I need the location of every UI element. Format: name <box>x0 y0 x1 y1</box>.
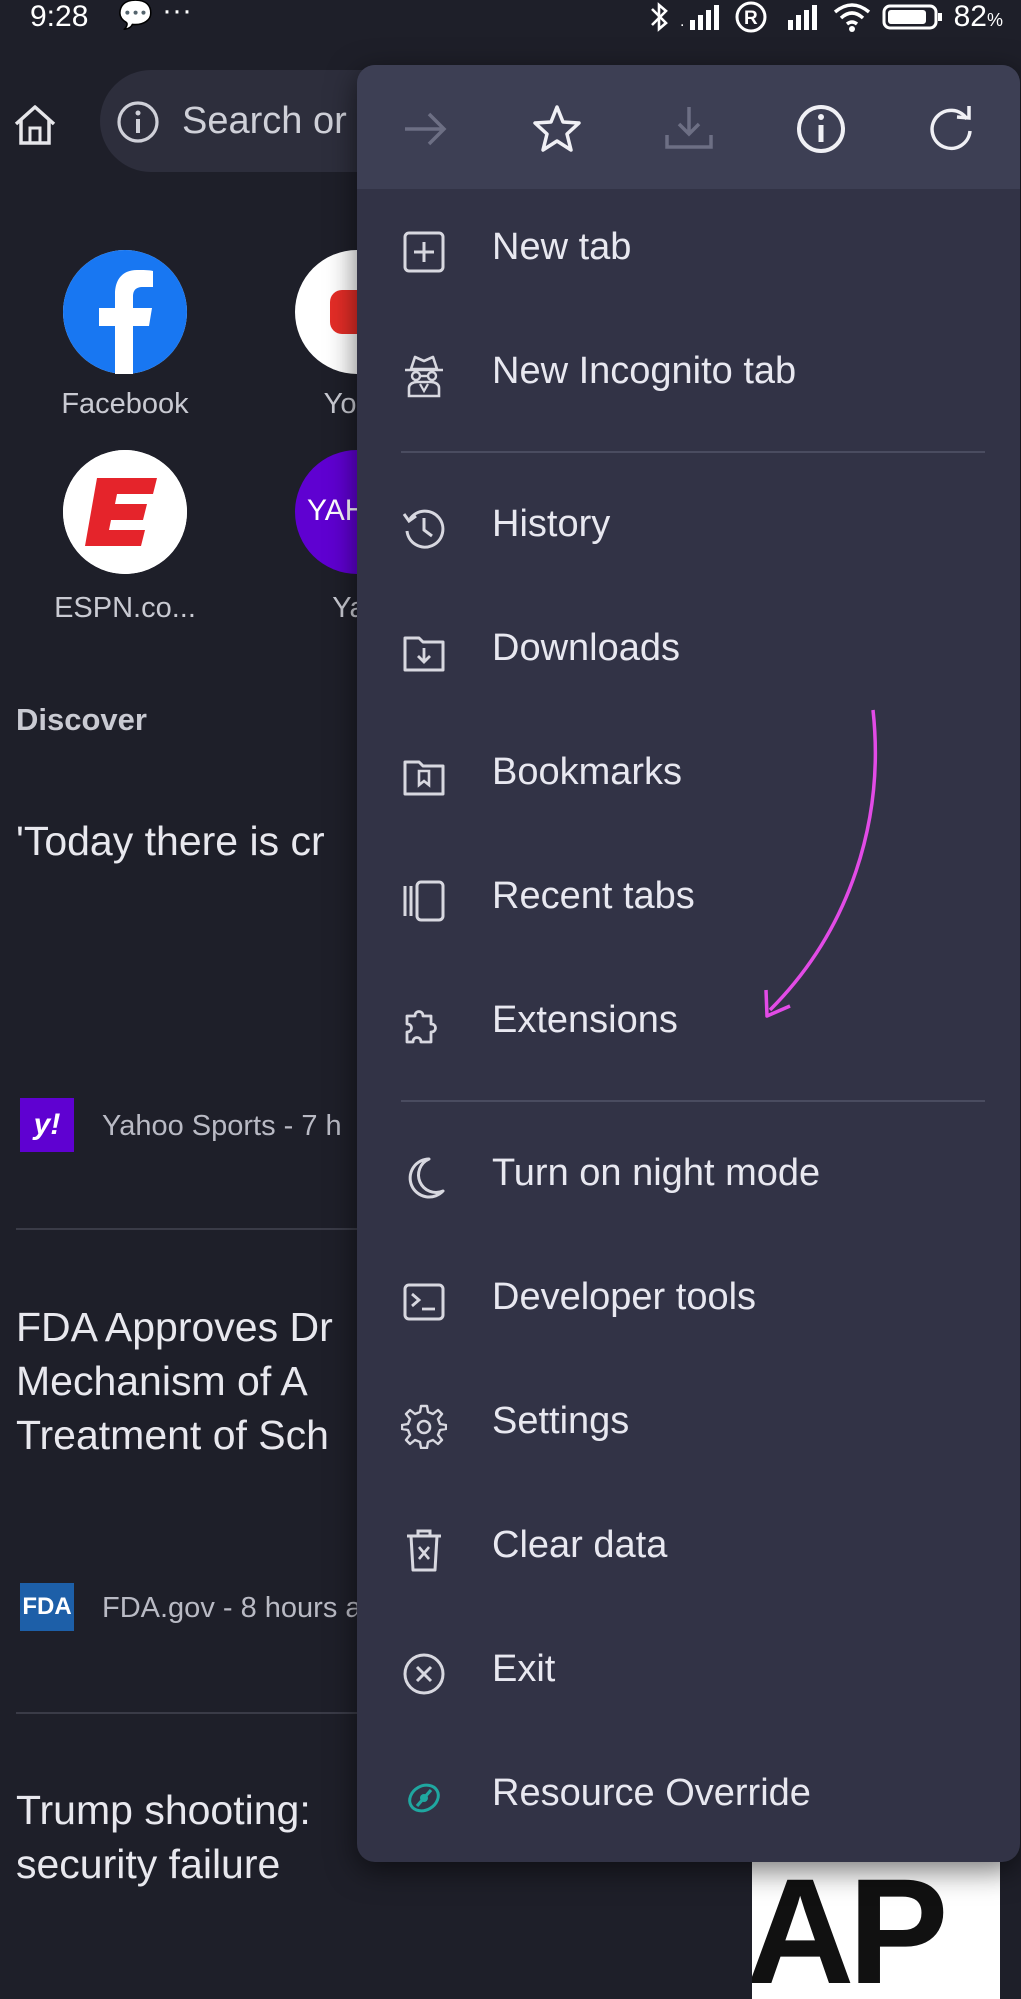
status-bar: 9:28 💬 ··· . R 82% <box>0 0 1021 40</box>
menu-divider <box>401 451 985 453</box>
status-icons: . R 82% <box>648 0 1003 34</box>
close-circle-icon <box>403 1653 445 1695</box>
menu-item-label: Exit <box>492 1648 556 1690</box>
annotation-arrow <box>764 709 877 1018</box>
menu-divider <box>401 1100 985 1102</box>
menu-item-recent-tabs[interactable]: Recent tabs <box>357 845 1020 955</box>
menu-item-label: Downloads <box>492 627 680 669</box>
article-source: Yahoo Sports - 7 h <box>102 1110 342 1142</box>
moon-icon <box>408 1157 445 1199</box>
menu-item-label: Developer tools <box>492 1276 757 1318</box>
menu-item-label: Turn on night mode <box>492 1152 821 1194</box>
menu-item-label: History <box>492 503 611 545</box>
menu-item-new-tab[interactable]: New tab <box>357 196 1020 306</box>
menu-item-label: Extensions <box>492 999 678 1041</box>
menu-item-label: New Incognito tab <box>492 350 797 392</box>
home-icon <box>14 105 56 145</box>
terminal-icon <box>403 1283 445 1321</box>
puzzle-icon <box>405 1010 437 1044</box>
shortcut-espn[interactable]: ESPN.co... <box>15 450 235 625</box>
menu-item-night-mode[interactable]: Turn on night mode <box>357 1122 1020 1232</box>
menu-item-label: Clear data <box>492 1524 668 1566</box>
yahoo-sports-badge: y! <box>20 1098 74 1152</box>
battery-percent: 82% <box>953 0 1003 33</box>
divider <box>16 1712 396 1714</box>
plus-square-icon <box>403 231 445 273</box>
menu-item-developer-tools[interactable]: Developer tools <box>357 1246 1020 1356</box>
more-notifications-icon: ··· <box>162 0 192 27</box>
overflow-menu: New tab New Incognito tab History Downlo… <box>357 65 1020 1862</box>
article-headline[interactable]: 'Today there is cr <box>16 814 325 868</box>
fda-badge: FDA <box>20 1583 74 1631</box>
menu-item-label: Resource Override <box>492 1772 811 1814</box>
history-icon <box>402 509 445 549</box>
bookmarks-folder-icon <box>403 760 445 796</box>
menu-item-history[interactable]: History <box>357 473 1020 583</box>
shortcut-label: Facebook <box>61 388 189 420</box>
bluetooth-icon <box>650 2 668 32</box>
article-source: FDA.gov - 8 hours a <box>102 1592 362 1624</box>
article-headline[interactable]: FDA Approves Dr Mechanism of A Treatment… <box>16 1300 333 1462</box>
chat-notification-icon: 💬 <box>118 0 153 30</box>
omnibox-text: Search or <box>182 100 347 142</box>
menu-item-extensions[interactable]: Extensions <box>357 969 1020 1079</box>
menu-item-label: New tab <box>492 226 632 268</box>
menu-action-bar <box>357 65 1020 189</box>
espn-icon <box>63 450 187 574</box>
ap-logo: AP <box>752 1855 948 1999</box>
menu-item-resource-override[interactable]: Resource Override <box>357 1742 1020 1852</box>
gear-icon <box>401 1404 447 1449</box>
wifi-icon <box>833 3 870 32</box>
facebook-icon <box>63 250 187 374</box>
menu-item-exit[interactable]: Exit <box>357 1618 1020 1728</box>
trash-icon <box>407 1529 441 1572</box>
ap-thumbnail[interactable]: AP <box>752 1855 1000 1999</box>
recent-tabs-icon <box>403 880 445 922</box>
shortcut-facebook[interactable]: Facebook <box>15 250 235 421</box>
menu-item-downloads[interactable]: Downloads <box>357 597 1020 707</box>
menu-item-label: Settings <box>492 1400 630 1442</box>
svg-text:.: . <box>680 13 684 30</box>
divider <box>16 1228 396 1230</box>
article-headline[interactable]: Trump shooting: security failure <box>16 1783 311 1891</box>
battery-icon <box>882 4 942 30</box>
info-icon[interactable] <box>793 101 849 157</box>
home-button[interactable] <box>10 100 60 150</box>
discover-heading: Discover <box>16 702 147 737</box>
arrow-right-icon[interactable] <box>397 101 453 157</box>
signal-icon-2 <box>787 5 817 30</box>
menu-item-clear-data[interactable]: Clear data <box>357 1494 1020 1604</box>
menu-item-bookmarks[interactable]: Bookmarks <box>357 721 1020 831</box>
menu-item-label: Recent tabs <box>492 875 695 917</box>
shortcut-label: ESPN.co... <box>54 592 196 624</box>
menu-item-settings[interactable]: Settings <box>357 1370 1020 1480</box>
roaming-icon: R <box>735 1 767 33</box>
downloads-folder-icon <box>403 636 445 672</box>
incognito-icon <box>405 355 443 398</box>
star-icon[interactable] <box>529 101 585 157</box>
menu-item-new-incognito-tab[interactable]: New Incognito tab <box>357 320 1020 430</box>
info-icon[interactable] <box>116 100 160 144</box>
signal-icon: . <box>680 5 719 30</box>
reload-icon[interactable] <box>923 101 979 157</box>
svg-text:R: R <box>744 8 758 29</box>
download-icon[interactable] <box>661 101 717 157</box>
menu-item-label: Bookmarks <box>492 751 683 793</box>
status-time: 9:28 <box>30 0 89 33</box>
resource-override-icon <box>408 1783 440 1813</box>
